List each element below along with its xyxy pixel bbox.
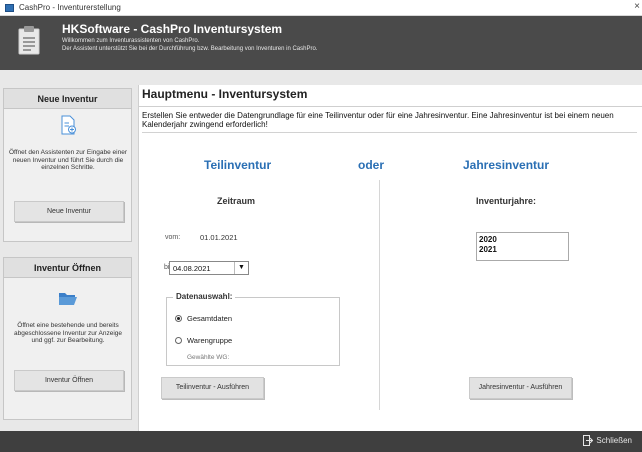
exit-icon[interactable] [583, 435, 593, 446]
datenauswahl-label: Datenauswahl: [173, 292, 236, 301]
option-warengruppe[interactable]: Warengruppe [175, 336, 232, 345]
intro-text: Erstellen Sie entweder die Datengrundlag… [142, 111, 614, 129]
bis-date-value: 04.08.2021 [173, 264, 211, 273]
selected-wg-label: Gewählte WG: [187, 354, 230, 361]
open-inventory-button[interactable]: Inventur Öffnen [14, 370, 124, 391]
open-inventory-panel: Inventur Öffnen Öffnet eine bestehende u… [3, 257, 132, 420]
new-inventory-description: Öffnet den Assistenten zur Eingabe einer… [8, 149, 128, 171]
option-gesamtdaten[interactable]: Gesamtdaten [175, 314, 232, 323]
teilinventur-heading: Teilinventur [204, 158, 272, 172]
option-warengruppe-label: Warengruppe [187, 336, 233, 345]
app-header: HKSoftware - CashPro Inventursystem Will… [0, 16, 642, 70]
open-inventory-heading: Inventur Öffnen [4, 258, 131, 278]
radio-unchecked-icon[interactable] [175, 337, 182, 344]
page-title: Hauptmenu - Inventursystem [142, 87, 308, 101]
vom-value: 01.01.2021 [200, 233, 238, 242]
jahresinventur-heading: Jahresinventur [463, 158, 550, 172]
app-icon [5, 4, 14, 12]
new-inventory-panel: Neue Inventur Öffnet den Assistenten zur… [3, 88, 132, 242]
vom-label: vom: [165, 234, 181, 241]
oder-label: oder [358, 158, 385, 172]
header-description: Der Assistent unterstützt Sie bei der Du… [62, 46, 318, 52]
intro-divider [142, 132, 637, 133]
title-divider [139, 106, 642, 107]
new-inventory-heading: Neue Inventur [4, 89, 131, 109]
header-title: HKSoftware - CashPro Inventursystem [62, 22, 283, 36]
column-divider [379, 180, 380, 410]
option-gesamtdaten-label: Gesamtdaten [187, 314, 233, 323]
datenauswahl-group: Datenauswahl: Gesamtdaten Warengruppe Ge… [166, 292, 340, 366]
folder-open-icon [59, 293, 77, 305]
radio-checked-icon[interactable] [175, 315, 182, 322]
new-inventory-button[interactable]: Neue Inventur [14, 201, 124, 222]
list-item[interactable]: 2020 [479, 235, 497, 244]
list-item[interactable]: 2021 [479, 245, 497, 254]
jahresinventur-execute-button[interactable]: Jahresinventur - Ausführen [469, 377, 572, 399]
header-subtitle: Willkommen zum Inventurassistenten von C… [62, 38, 200, 44]
footer-bar: Schließen [0, 431, 642, 452]
main-panel: Hauptmenu - Inventursystem Erstellen Sie… [138, 85, 642, 431]
close-button[interactable]: Schließen [596, 436, 632, 445]
zeitraum-heading: Zeitraum [217, 196, 256, 206]
clipboard-icon [18, 26, 40, 55]
inventory-years-list[interactable]: 2020 2021 [476, 232, 569, 261]
close-icon[interactable]: × [634, 1, 640, 12]
window-title: CashPro - Inventurerstellung [19, 3, 121, 12]
window-titlebar: CashPro - Inventurerstellung × [0, 0, 642, 16]
teilinventur-execute-button[interactable]: Teilinventur - Ausführen [161, 377, 264, 399]
open-inventory-description: Öffnet eine bestehende und bereits abges… [13, 322, 123, 344]
new-document-icon [61, 115, 76, 135]
inventurjahre-heading: Inventurjahre: [476, 196, 537, 206]
chevron-down-icon[interactable]: ▼ [234, 262, 248, 274]
bis-date-picker[interactable]: 04.08.2021 ▼ [169, 261, 249, 275]
